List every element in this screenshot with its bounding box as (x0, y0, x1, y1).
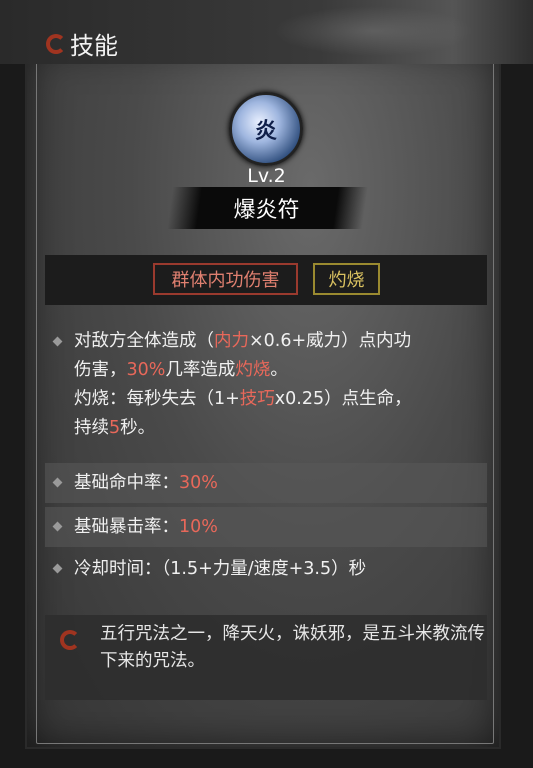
stat-row-crit-rate: 基础暴击率：10% (45, 507, 487, 547)
page-title: 技能 (70, 32, 118, 60)
bullet-icon (52, 477, 63, 488)
header-decoration (273, 6, 473, 56)
stat-row-hit-rate: 基础命中率：30% (45, 463, 487, 503)
tag-damage-type: 群体内功伤害 (153, 263, 298, 295)
header-title: 技能 (46, 26, 118, 61)
stat-row-cooldown: 冷却时间：（1.5+力量/速度+3.5）秒 (45, 549, 487, 589)
stat-text: 基础暴击率：10% (74, 517, 218, 537)
crescent-icon (46, 33, 66, 54)
desc-line: 灼烧：每秒失去（1+技巧x0.25）点生命， (74, 389, 412, 409)
skill-icon: 炎 (229, 92, 303, 166)
desc-line: 对敌方全体造成（内力×0.6+威力）点内功 (74, 331, 412, 351)
bullet-icon (52, 521, 63, 532)
desc-line: 持续5秒。 (74, 418, 156, 438)
skill-description: 对敌方全体造成（内力×0.6+威力）点内功 伤害，30%几率造成灼烧。 灼烧：每… (74, 327, 484, 443)
skill-level: Lv.2 (247, 165, 286, 187)
crescent-icon (60, 630, 80, 650)
skill-name: 爆炎符 (233, 198, 300, 223)
desc-line: 伤害，30%几率造成灼烧。 (74, 360, 288, 380)
stat-text: 基础命中率：30% (74, 473, 218, 493)
lore-text: 五行咒法之一，降天火，诛妖邪，是五斗米教流传下来的咒法。 (100, 624, 485, 671)
skill-icon-glyph: 炎 (254, 119, 277, 144)
tag-effect: 灼烧 (313, 263, 380, 295)
stat-text: 冷却时间：（1.5+力量/速度+3.5）秒 (74, 559, 367, 579)
bullet-icon (52, 563, 63, 574)
